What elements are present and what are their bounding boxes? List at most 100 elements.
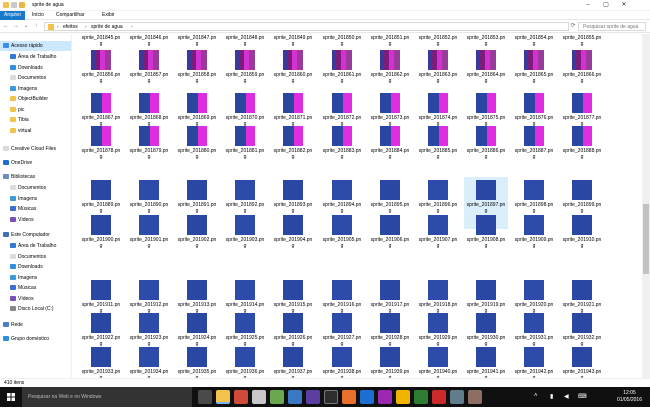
clock[interactable]: 12:05 01/05/2016 xyxy=(617,390,642,404)
nav-item-0[interactable]: Área de Trabalho xyxy=(10,241,56,251)
app-icon[interactable] xyxy=(432,390,446,404)
file-tile[interactable]: sprite_201887.pn g xyxy=(512,123,556,175)
maximize-icon[interactable]: ▢ xyxy=(598,0,614,10)
nav-item-4[interactable]: Músicas xyxy=(10,283,36,293)
tab-compartilhar[interactable]: Compartilhar xyxy=(52,11,89,20)
file-tile[interactable]: sprite_201935.pn g xyxy=(175,344,219,378)
file-tile[interactable]: sprite_201939.pn g xyxy=(368,344,412,378)
file-tile[interactable]: sprite_201905.pn g xyxy=(320,212,364,264)
app-icon[interactable] xyxy=(234,390,248,404)
app-icon[interactable] xyxy=(360,390,374,404)
app-icon[interactable] xyxy=(306,390,320,404)
nav-this-pc[interactable]: Este Computador xyxy=(3,230,50,240)
file-tile[interactable]: sprite_201908.pn g xyxy=(464,212,508,264)
file-tile[interactable]: sprite_201884.pn g xyxy=(368,123,412,175)
recent-chevron-icon[interactable]: ⌄ xyxy=(22,22,30,30)
file-tile[interactable]: sprite_201940.pn g xyxy=(416,344,460,378)
file-tile[interactable]: sprite_201900.pn g xyxy=(79,212,123,264)
new-folder-icon[interactable] xyxy=(19,2,25,8)
file-tile[interactable]: sprite_201907.pn g xyxy=(416,212,460,264)
file-tile[interactable]: sprite_201878.pn g xyxy=(79,123,123,175)
nav-homegroup[interactable]: Grupo doméstico xyxy=(3,334,49,344)
file-tile[interactable]: sprite_201882.pn g xyxy=(271,123,315,175)
nav-item-1[interactable]: Imagens xyxy=(10,194,37,204)
file-tile[interactable]: sprite_201942.pn g xyxy=(512,344,556,378)
nav-item-1[interactable]: Downloads⊸ xyxy=(10,63,70,73)
file-tile[interactable]: sprite_201881.pn g xyxy=(223,123,267,175)
file-tile[interactable]: sprite_201901.pn g xyxy=(127,212,171,264)
nav-item-3[interactable]: Imagens⊸ xyxy=(10,84,70,94)
tab-exibir[interactable]: Exibir xyxy=(98,11,119,20)
app-icon[interactable] xyxy=(378,390,392,404)
task-view-icon[interactable] xyxy=(198,390,212,404)
file-tile[interactable]: sprite_201933.pn g xyxy=(79,344,123,378)
nav-item-2[interactable]: Documentos⊸ xyxy=(10,73,70,83)
file-tile[interactable]: sprite_201880.pn g xyxy=(175,123,219,175)
file-tile[interactable]: sprite_201903.pn g xyxy=(223,212,267,264)
scrollbar-thumb[interactable] xyxy=(643,204,649,274)
file-tile[interactable]: sprite_201937.pn g xyxy=(271,344,315,378)
path-box[interactable]: › efeitos › sprite de agua › xyxy=(44,22,569,31)
app-icon[interactable] xyxy=(252,390,266,404)
forward-icon[interactable]: → xyxy=(12,22,20,30)
file-tile[interactable]: sprite_201934.pn g xyxy=(127,344,171,378)
properties-icon[interactable] xyxy=(11,2,17,8)
taskbar-search[interactable]: Pesquisar na Web e no Windows xyxy=(22,387,192,407)
file-tile[interactable]: sprite_201910.pn g xyxy=(560,212,604,264)
nav-item-2[interactable]: Músicas xyxy=(10,204,36,214)
file-tile[interactable]: sprite_201888.pn g xyxy=(560,123,604,175)
network-icon[interactable]: ▮ xyxy=(550,393,553,400)
nav-item-0[interactable]: Documentos xyxy=(10,183,46,193)
app-icon[interactable] xyxy=(324,390,338,404)
tab-inicio[interactable]: Início xyxy=(28,11,48,20)
nav-item-1[interactable]: Documentos xyxy=(10,252,46,262)
file-tile[interactable]: sprite_201902.pn g xyxy=(175,212,219,264)
nav-item-7[interactable]: virtual xyxy=(10,126,31,136)
vertical-scrollbar[interactable] xyxy=(642,34,650,378)
start-button[interactable] xyxy=(0,387,22,407)
app-icon[interactable] xyxy=(468,390,482,404)
file-tile[interactable]: sprite_201879.pn g xyxy=(127,123,171,175)
volume-icon[interactable]: ◀ xyxy=(564,393,569,400)
nav-quick-access[interactable]: Acesso rápido xyxy=(0,41,71,51)
refresh-icon[interactable]: ⟳ xyxy=(569,22,577,30)
nav-item-2[interactable]: Downloads xyxy=(10,262,43,272)
close-icon[interactable]: ✕ xyxy=(616,0,632,10)
file-tile[interactable]: sprite_201904.pn g xyxy=(271,212,315,264)
app-icon[interactable] xyxy=(288,390,302,404)
nav-onedrive[interactable]: OneDrive xyxy=(3,158,32,168)
nav-item-5[interactable]: pic xyxy=(10,105,24,115)
nav-item-6[interactable]: Tibia xyxy=(10,115,29,125)
breadcrumb-sprite-de-agua[interactable]: sprite de agua xyxy=(91,24,123,30)
chevron-up-icon[interactable]: ˄ xyxy=(534,393,538,399)
app-icon[interactable] xyxy=(414,390,428,404)
file-tile[interactable]: sprite_201885.pn g xyxy=(416,123,460,175)
file-tile[interactable]: sprite_201936.pn g xyxy=(223,344,267,378)
file-tile[interactable]: sprite_201909.pn g xyxy=(512,212,556,264)
file-tile[interactable]: sprite_201938.pn g xyxy=(320,344,364,378)
file-tile[interactable]: sprite_201886.pn g xyxy=(464,123,508,175)
file-tile[interactable]: sprite_201943.pn g xyxy=(560,344,604,378)
minimize-icon[interactable]: – xyxy=(580,0,596,10)
nav-item-0[interactable]: Área de Trabalho⊸ xyxy=(10,52,70,62)
tab-arquivo[interactable]: Arquivo xyxy=(0,11,25,20)
nav-item-5[interactable]: Vídeos xyxy=(10,294,34,304)
nav-item-4[interactable]: ObjectBuilder xyxy=(10,94,48,104)
file-explorer-icon[interactable] xyxy=(216,390,230,404)
app-icon[interactable] xyxy=(450,390,464,404)
nav-network[interactable]: Rede xyxy=(3,320,23,330)
nav-libraries[interactable]: Bibliotecas xyxy=(3,172,35,182)
keyboard-icon[interactable]: ⌨ xyxy=(578,393,587,400)
nav-item-3[interactable]: Imagens xyxy=(10,273,37,283)
nav-item-3[interactable]: Vídeos xyxy=(10,215,34,225)
nav-item-6[interactable]: Disco Local (C:) xyxy=(10,304,54,314)
nav-creative-cloud[interactable]: Creative Cloud Files xyxy=(3,144,56,154)
up-icon[interactable]: ↑ xyxy=(32,22,40,30)
file-tile[interactable]: sprite_201941.pn g xyxy=(464,344,508,378)
file-tile[interactable]: sprite_201906.pn g xyxy=(368,212,412,264)
file-tile[interactable]: sprite_201883.pn g xyxy=(320,123,364,175)
breadcrumb-efeitos[interactable]: efeitos xyxy=(63,24,78,30)
app-icon[interactable] xyxy=(270,390,284,404)
back-icon[interactable]: ← xyxy=(2,22,10,30)
app-icon[interactable] xyxy=(396,390,410,404)
